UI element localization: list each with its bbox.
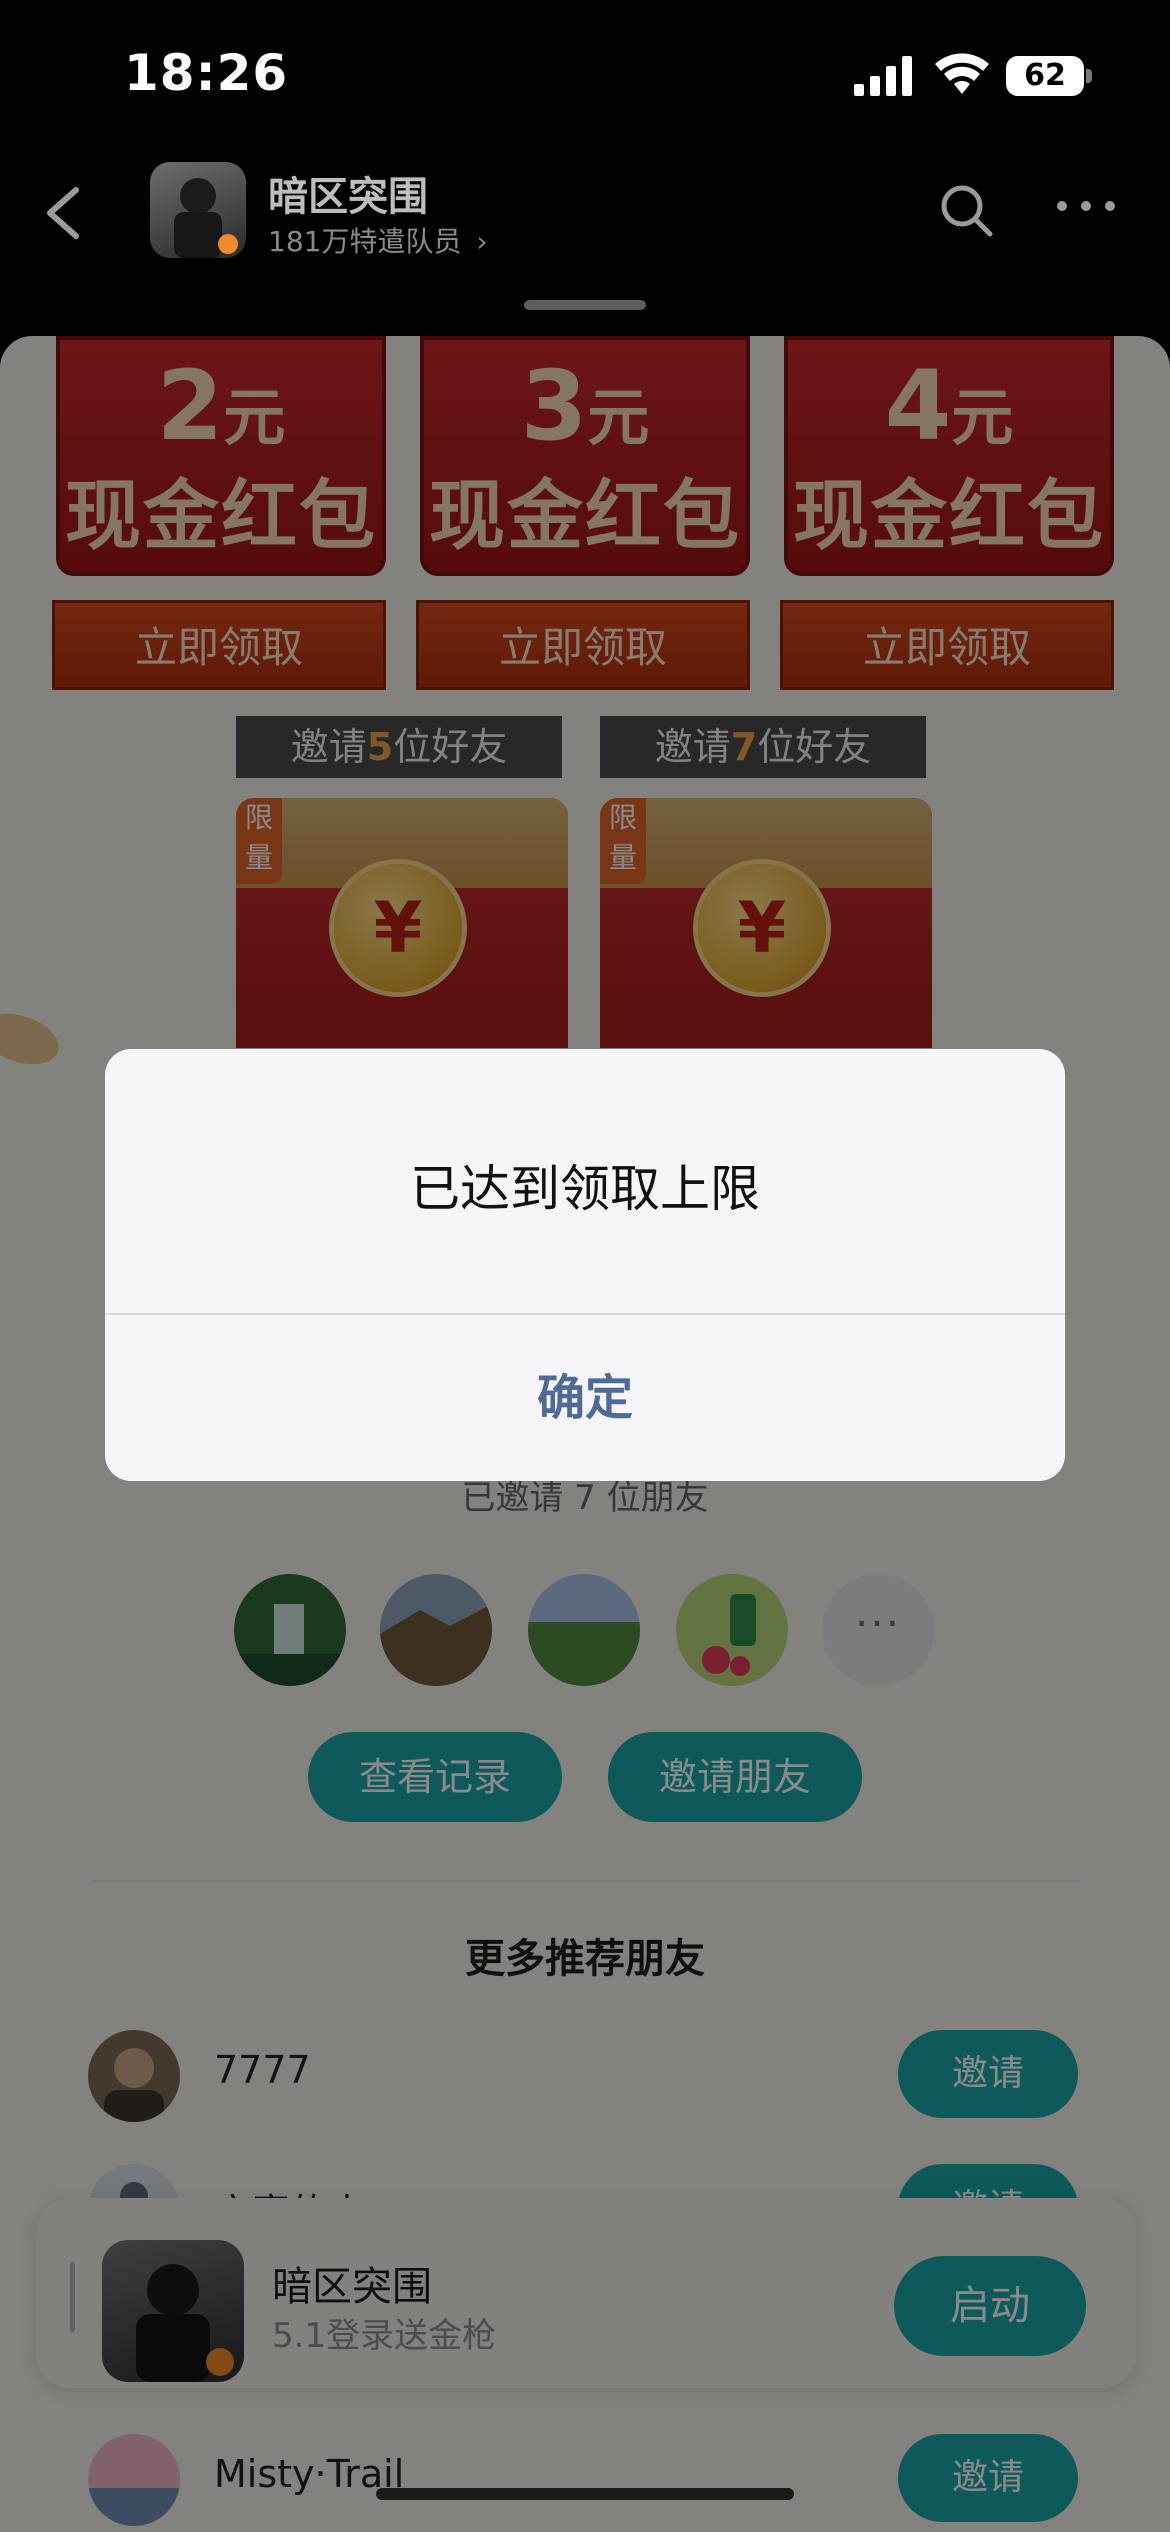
wifi-icon <box>935 53 989 94</box>
confirm-button[interactable]: 确定 <box>105 1315 1065 1481</box>
chevron-right-icon: › <box>476 225 488 258</box>
alert-message: 已达到领取上限 <box>410 1160 760 1218</box>
search-icon[interactable] <box>936 180 996 240</box>
sheet-grabber[interactable] <box>524 300 646 310</box>
member-count[interactable]: 181万特遣队员 › <box>268 220 488 260</box>
back-button[interactable] <box>36 178 96 248</box>
battery-icon: 62 <box>1006 56 1092 96</box>
app-icon[interactable] <box>150 162 246 258</box>
status-time: 18:26 <box>124 44 289 102</box>
cellular-signal-icon <box>854 56 912 96</box>
community-header: 暗区突围 181万特遣队员 › <box>0 150 1170 320</box>
battery-level: 62 <box>1024 58 1066 93</box>
home-indicator <box>376 2488 794 2500</box>
soldier-icon <box>174 178 238 258</box>
more-options-icon[interactable] <box>1054 194 1118 218</box>
community-title[interactable]: 暗区突围 <box>268 164 428 222</box>
status-bar: 18:26 62 <box>0 0 1170 150</box>
alert-dialog: 已达到领取上限 确定 <box>105 1049 1065 1481</box>
member-count-text: 181万特遣队员 <box>268 225 462 258</box>
